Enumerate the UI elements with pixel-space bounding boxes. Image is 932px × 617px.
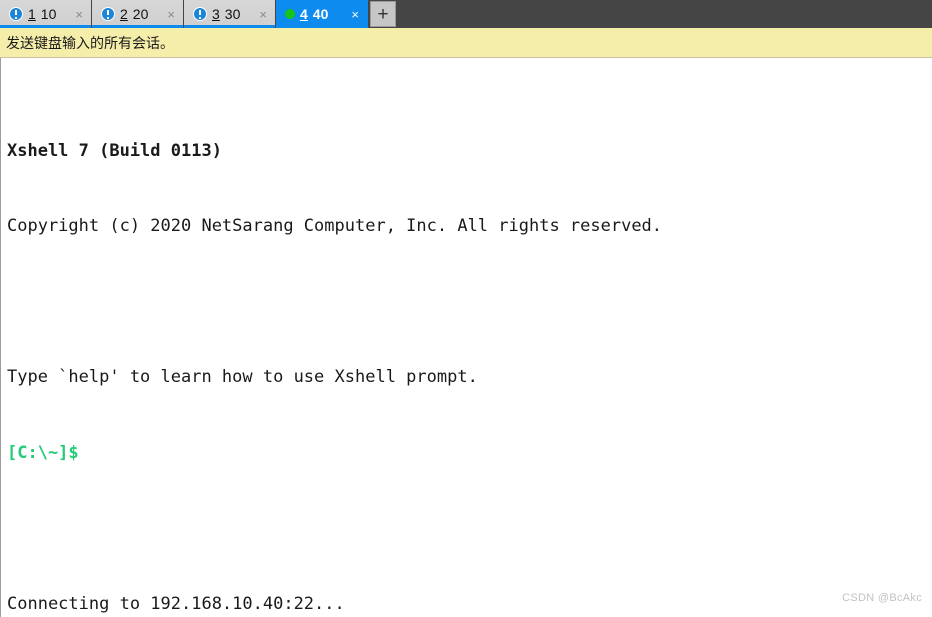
tab-label: 10 [40, 6, 57, 22]
terminal-tab-3[interactable]: 3 30 × [184, 0, 276, 28]
close-icon[interactable]: × [153, 8, 175, 21]
tab-number: 4 [300, 6, 308, 22]
tab-label: 30 [224, 6, 241, 22]
terminal-prompt-local: [C:\~]$ [7, 443, 79, 464]
new-tab-button[interactable]: + [370, 1, 396, 27]
tab-underline [92, 25, 183, 28]
tab-bar: 1 10 × 2 20 × 3 30 × 4 40 × + [0, 0, 932, 28]
close-icon[interactable]: × [245, 8, 267, 21]
notice-text: 发送键盘输入的所有会话。 [6, 35, 174, 52]
tab-number: 1 [28, 6, 36, 22]
tab-label: 40 [312, 6, 329, 22]
tab-label: 20 [132, 6, 149, 22]
alert-circle-icon [193, 7, 207, 21]
tab-bar-filler [396, 0, 932, 28]
tab-number: 3 [212, 6, 220, 22]
alert-circle-icon [101, 7, 115, 21]
close-icon[interactable]: × [337, 8, 359, 21]
connected-dot-icon [285, 9, 295, 19]
terminal-tab-1[interactable]: 1 10 × [0, 0, 92, 28]
alert-circle-icon [9, 7, 23, 21]
watermark: CSDN @BcAkc [842, 591, 922, 604]
terminal-line: Connecting to 192.168.10.40:22... [7, 594, 345, 615]
close-icon[interactable]: × [61, 8, 83, 21]
tab-underline [184, 25, 275, 28]
tab-underline [0, 25, 91, 28]
terminal-line: Xshell 7 (Build 0113) [7, 140, 222, 161]
terminal-line: Copyright (c) 2020 NetSarang Computer, I… [7, 216, 663, 237]
xshell-window: 1 10 × 2 20 × 3 30 × 4 40 × + 发送键盘输入的所有会… [0, 0, 932, 617]
terminal-line: Type `help' to learn how to use Xshell p… [7, 367, 478, 388]
terminal-output[interactable]: Xshell 7 (Build 0113) Copyright (c) 2020… [0, 58, 932, 617]
send-keyboard-input-notice: 发送键盘输入的所有会话。 [0, 28, 932, 58]
tab-number: 2 [120, 6, 128, 22]
terminal-tab-4[interactable]: 4 40 × [276, 0, 368, 28]
terminal-tab-2[interactable]: 2 20 × [92, 0, 184, 28]
